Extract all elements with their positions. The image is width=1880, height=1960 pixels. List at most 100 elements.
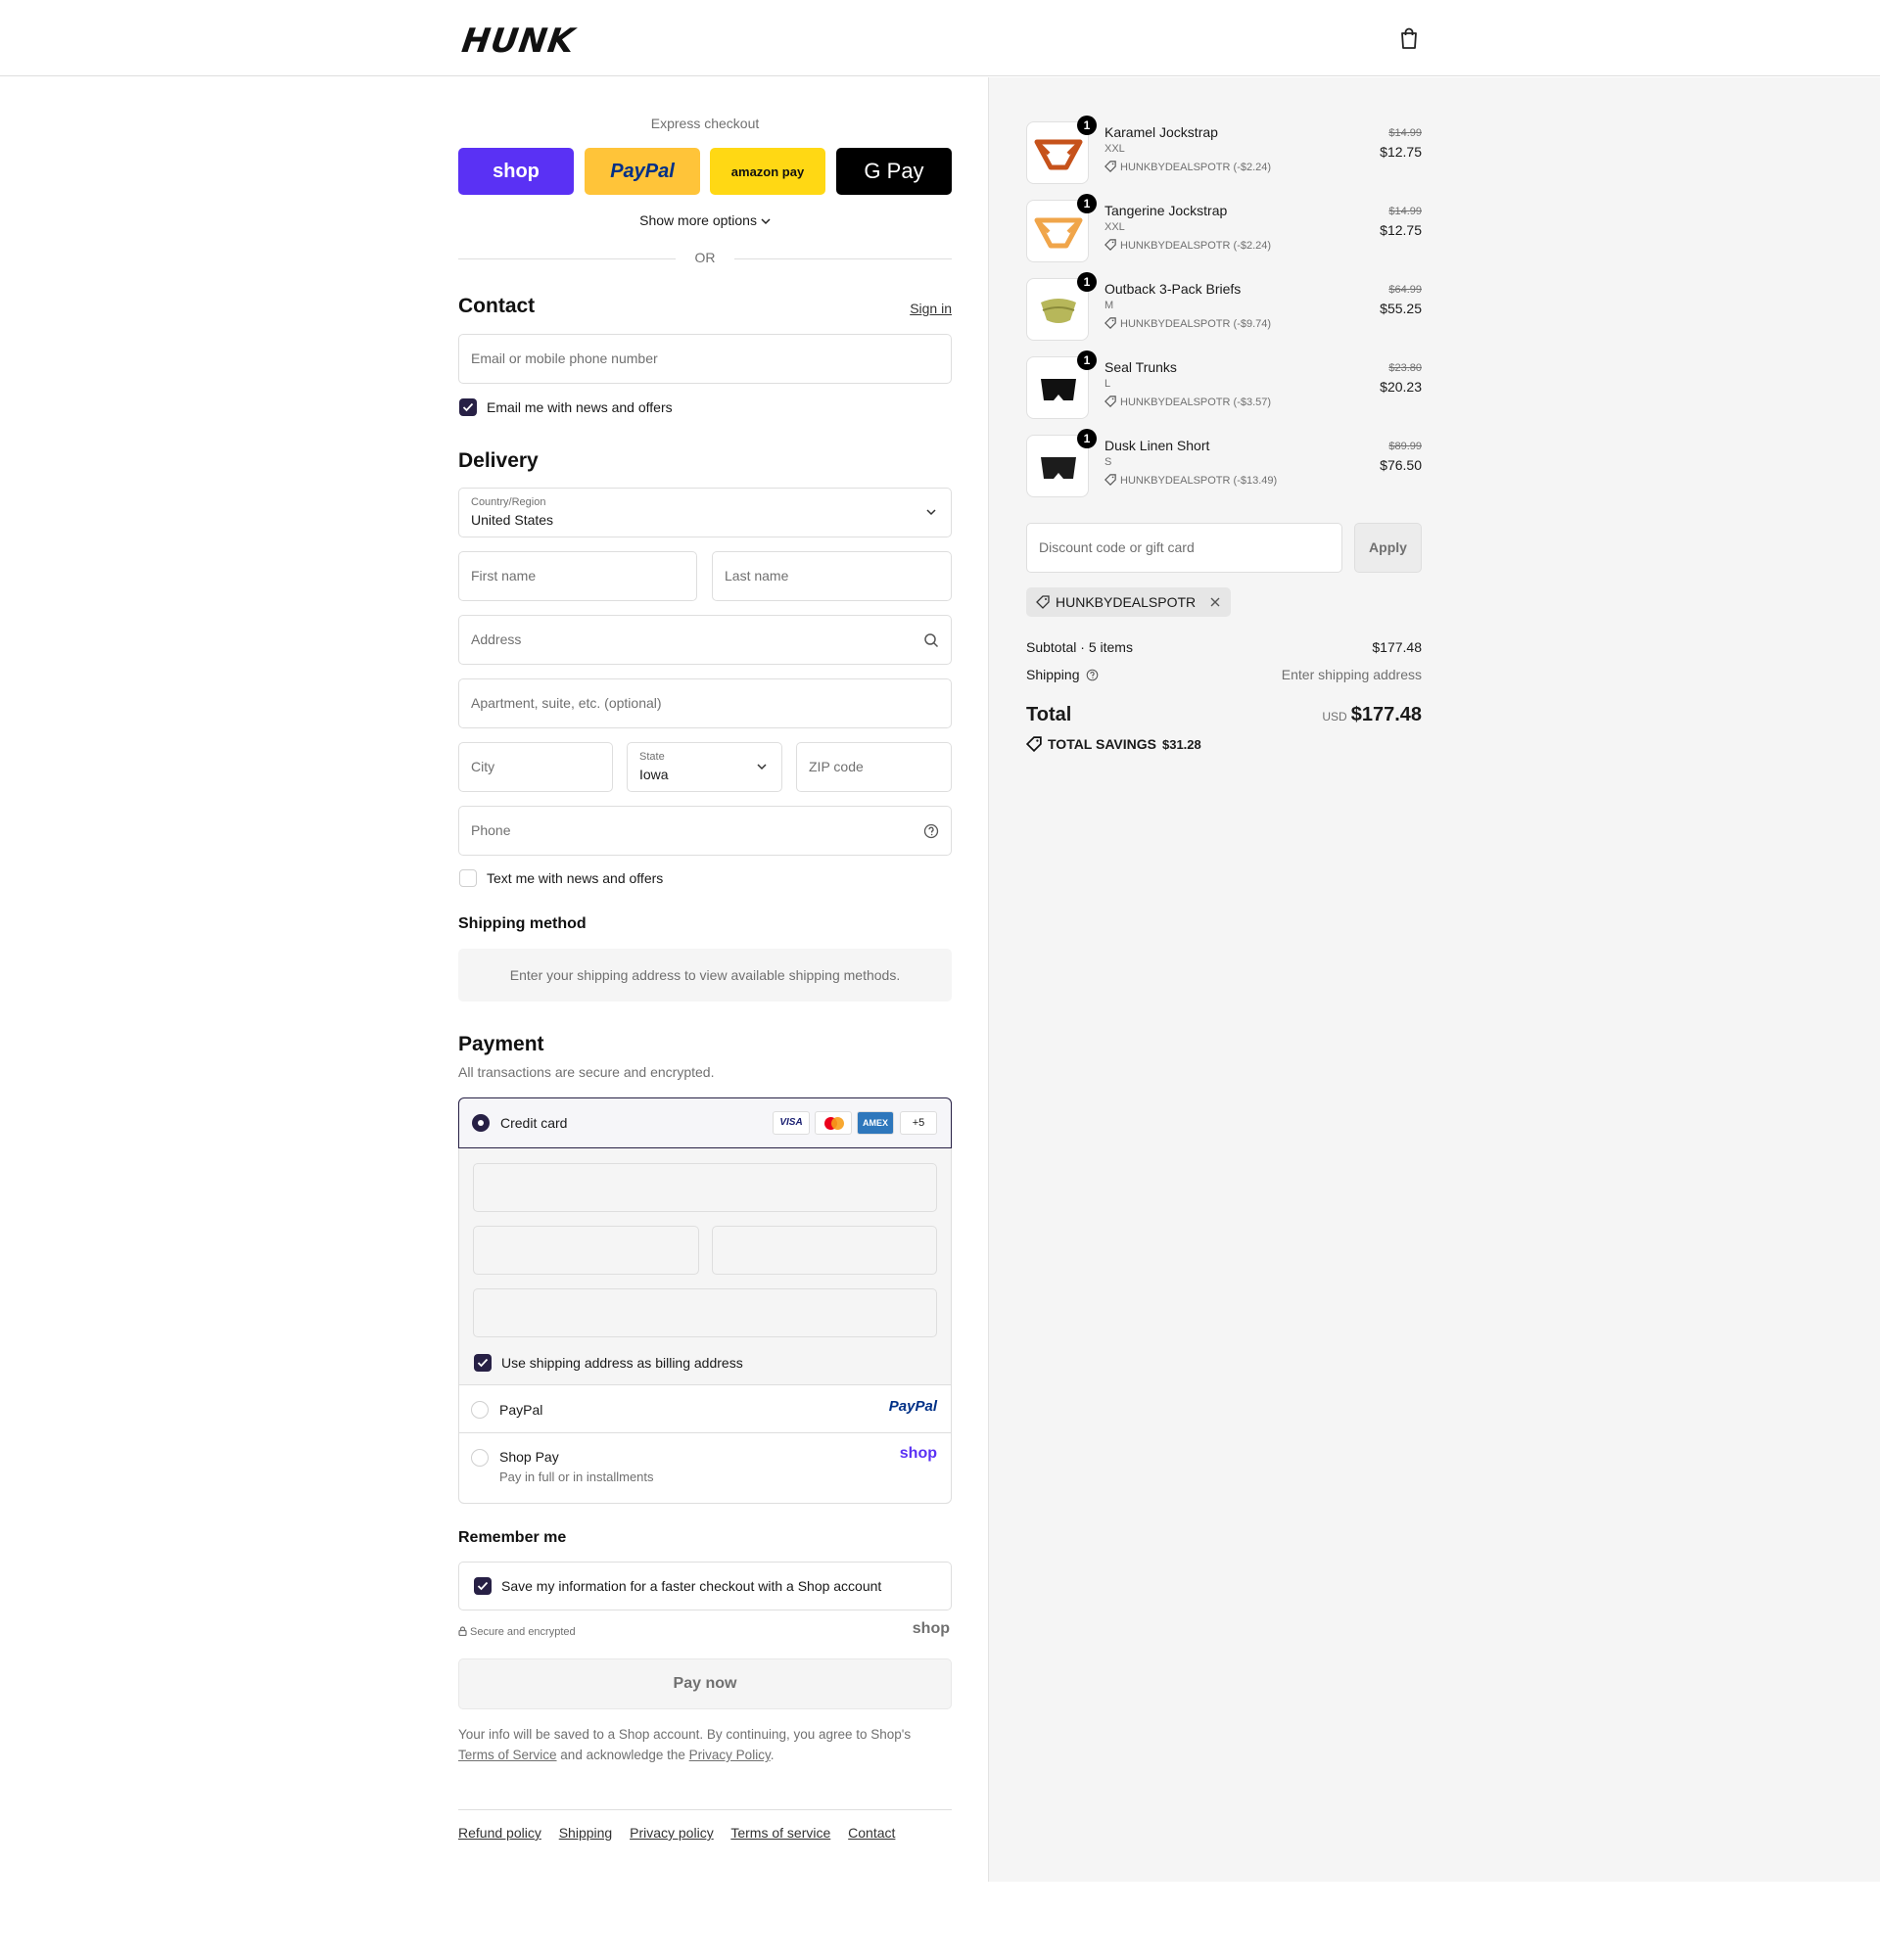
remember-me-box[interactable]: Save my information for a faster checkou… [458,1562,952,1610]
legal-mid: and acknowledge the [560,1748,685,1762]
quantity-badge: 1 [1077,429,1097,448]
email-news-label: Email me with news and offers [487,399,673,415]
expiration-field[interactable] [473,1226,699,1275]
help-circle-icon[interactable] [1086,669,1099,681]
original-price: $23.80 [1388,362,1422,374]
amex-icon: AMEX [857,1111,894,1135]
paypal-logo: PayPal [888,1398,937,1415]
checkmark-icon [462,402,474,412]
product-name: Outback 3-Pack Briefs [1104,281,1242,297]
product-variant: M [1104,300,1114,311]
credit-card-option[interactable]: Credit card VISA AMEX +5 [458,1097,952,1148]
privacy-policy-link[interactable]: Privacy Policy [689,1748,771,1762]
shipping-value: Enter shipping address [1281,667,1422,682]
store-logo[interactable]: HUNK [459,22,577,61]
footer-divider [458,1809,952,1810]
savings-label: TOTAL SAVINGS [1048,736,1156,752]
cart-item: 1 Dusk Linen Short S HUNKBYDEALSPOTR (-$… [1026,429,1422,499]
help-circle-icon[interactable] [923,823,939,839]
original-price: $64.99 [1388,284,1422,296]
product-variant: S [1104,456,1112,468]
delivery-heading: Delivery [458,449,539,472]
shipping-link[interactable]: Shipping [559,1825,613,1841]
chevron-down-icon [757,764,767,770]
shop-pay-logo: shop [899,1445,937,1462]
more-cards-badge: +5 [900,1111,937,1135]
terms-of-service-link[interactable]: Terms of Service [458,1748,557,1762]
currency-code: USD [1322,710,1347,723]
shop-pay-label: shop [493,160,540,182]
pay-now-button[interactable]: Pay now [458,1658,952,1709]
phone-field[interactable]: Phone [458,806,952,856]
zip-field[interactable]: ZIP code [796,742,952,792]
cart-item: 1 Karamel Jockstrap XXL HUNKBYDEALSPOTR … [1026,116,1422,186]
country-select[interactable]: Country/Region United States [458,488,952,537]
name-on-card-field[interactable] [473,1288,937,1337]
sign-in-link[interactable]: Sign in [910,301,952,316]
billing-label: Use shipping address as billing address [501,1355,743,1371]
shop-pay-button[interactable]: shop [458,148,574,195]
order-summary-panel [988,77,1880,1882]
discount-code-field[interactable]: Discount code or gift card [1026,523,1342,573]
total-value: $177.48 [1350,704,1422,725]
sale-price: $12.75 [1380,222,1422,238]
sale-price: $76.50 [1380,457,1422,473]
shipping-method-heading: Shipping method [458,915,587,932]
legal-line1: Your info will be saved to a Shop accoun… [458,1727,912,1742]
quantity-badge: 1 [1077,116,1097,135]
address-placeholder: Address [471,631,522,647]
contact-link[interactable]: Contact [848,1825,895,1841]
tag-icon [1104,396,1116,407]
chevron-down-icon [926,509,936,516]
credit-card-radio[interactable] [472,1114,490,1132]
payment-subtitle: All transactions are secure and encrypte… [458,1064,715,1080]
state-value: Iowa [639,767,669,782]
paypal-button[interactable]: PayPal [585,148,700,195]
express-checkout-title: Express checkout [650,116,760,131]
show-more-options-link[interactable]: Show more options [458,212,952,228]
google-pay-label: G Pay [864,159,924,183]
contact-heading: Contact [458,295,536,317]
apply-button[interactable]: Apply [1354,523,1422,573]
product-name: Tangerine Jockstrap [1104,203,1228,218]
privacy-policy-footer-link[interactable]: Privacy policy [630,1825,714,1841]
apartment-field[interactable]: Apartment, suite, etc. (optional) [458,678,952,728]
billing-checkbox[interactable] [474,1354,492,1372]
sale-price: $55.25 [1380,301,1422,316]
original-price: $14.99 [1388,206,1422,217]
shopping-bag-icon[interactable] [1398,26,1420,50]
city-field[interactable]: City [458,742,613,792]
tag-icon [1104,474,1116,486]
state-label: State [639,751,665,763]
save-info-checkbox[interactable] [474,1577,492,1595]
cart-item: 1 Outback 3-Pack Briefs M HUNKBYDEALSPOT… [1026,272,1422,343]
header: HUNK [0,0,1880,76]
paypal-label: PayPal [499,1402,543,1418]
text-news-checkbox[interactable] [459,869,477,887]
applied-discount-tag: HUNKBYDEALSPOTR [1026,587,1232,617]
or-divider-label: OR [676,250,734,265]
tag-icon [1036,595,1050,609]
address-field[interactable]: Address [458,615,952,665]
save-info-label: Save my information for a faster checkou… [501,1578,882,1594]
email-field[interactable]: Email or mobile phone number [458,334,952,384]
card-number-field[interactable] [473,1163,937,1212]
google-pay-button[interactable]: G Pay [836,148,952,195]
refund-policy-link[interactable]: Refund policy [458,1825,541,1841]
email-news-checkbox[interactable] [459,398,477,416]
shop-pay-radio[interactable] [471,1449,489,1467]
terms-of-service-footer-link[interactable]: Terms of service [730,1825,830,1841]
email-placeholder: Email or mobile phone number [471,350,658,366]
paypal-radio[interactable] [471,1401,489,1419]
amazon-pay-button[interactable]: amazon pay [710,148,825,195]
paypal-option[interactable]: PayPal PayPal [459,1386,951,1433]
shop-pay-option[interactable]: Shop Pay Pay in full or in installments … [459,1434,951,1503]
state-select[interactable]: State Iowa [627,742,782,792]
close-icon[interactable] [1209,596,1221,608]
first-name-field[interactable]: First name [458,551,697,601]
last-name-field[interactable]: Last name [712,551,952,601]
product-discount: HUNKBYDEALSPOTR (-$2.24) [1104,239,1271,252]
security-code-field[interactable] [712,1226,937,1275]
product-discount: HUNKBYDEALSPOTR (-$13.49) [1104,474,1277,487]
original-price: $14.99 [1388,127,1422,139]
